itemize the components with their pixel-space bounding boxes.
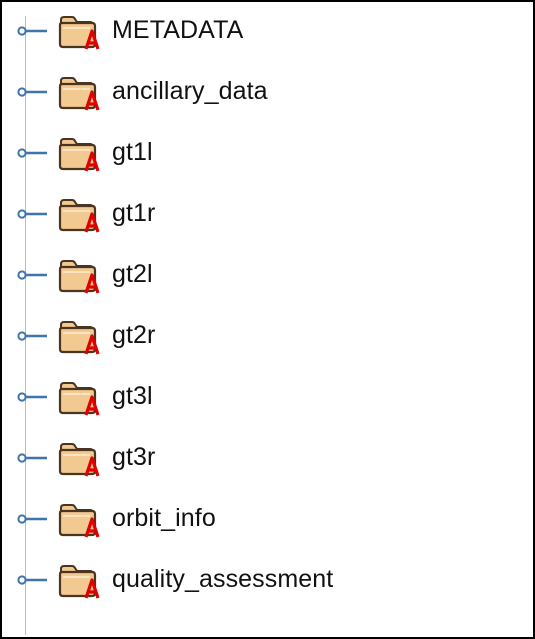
tree-expand-handle-icon[interactable] xyxy=(17,574,55,586)
tree-panel: METADATA ancillary_data gt1l gt1r gt2l gt2r gt… xyxy=(0,0,535,639)
tree-node-label: orbit_info xyxy=(112,504,216,532)
folder-attribute-icon xyxy=(58,382,100,416)
folder-attribute-icon xyxy=(58,138,100,172)
tree-node[interactable]: gt1r xyxy=(2,185,522,241)
tree-node-label: gt2r xyxy=(112,321,156,349)
tree-node[interactable]: quality_assessment xyxy=(2,551,522,607)
group-tree: METADATA ancillary_data gt1l gt1r gt2l gt2r gt… xyxy=(2,2,533,637)
tree-node[interactable]: orbit_info xyxy=(2,490,522,546)
tree-node-label: METADATA xyxy=(112,16,244,44)
tree-node-label: gt1r xyxy=(112,199,156,227)
tree-node[interactable]: gt3r xyxy=(2,429,522,485)
tree-node-label: gt3l xyxy=(112,382,153,410)
tree-expand-handle-icon[interactable] xyxy=(17,147,55,159)
tree-node[interactable]: METADATA xyxy=(2,2,522,58)
tree-expand-handle-icon[interactable] xyxy=(17,208,55,220)
folder-attribute-icon xyxy=(58,504,100,538)
folder-attribute-icon xyxy=(58,443,100,477)
tree-expand-handle-icon[interactable] xyxy=(17,86,55,98)
tree-node[interactable]: gt3l xyxy=(2,368,522,424)
tree-node[interactable]: gt2r xyxy=(2,307,522,363)
tree-expand-handle-icon[interactable] xyxy=(17,391,55,403)
folder-attribute-icon xyxy=(58,16,100,50)
tree-node[interactable]: gt1l xyxy=(2,124,522,180)
tree-node-label: gt1l xyxy=(112,138,153,166)
tree-expand-handle-icon[interactable] xyxy=(17,452,55,464)
tree-node-label: quality_assessment xyxy=(112,565,334,593)
tree-expand-handle-icon[interactable] xyxy=(17,513,55,525)
tree-node[interactable]: ancillary_data xyxy=(2,63,522,119)
folder-attribute-icon xyxy=(58,77,100,111)
tree-node-label: gt3r xyxy=(112,443,156,471)
tree-node[interactable]: gt2l xyxy=(2,246,522,302)
tree-expand-handle-icon[interactable] xyxy=(17,269,55,281)
folder-attribute-icon xyxy=(58,321,100,355)
tree-expand-handle-icon[interactable] xyxy=(17,25,55,37)
tree-node-label: gt2l xyxy=(112,260,153,288)
folder-attribute-icon xyxy=(58,565,100,599)
tree-node-label: ancillary_data xyxy=(112,77,268,105)
folder-attribute-icon xyxy=(58,199,100,233)
folder-attribute-icon xyxy=(58,260,100,294)
tree-expand-handle-icon[interactable] xyxy=(17,330,55,342)
